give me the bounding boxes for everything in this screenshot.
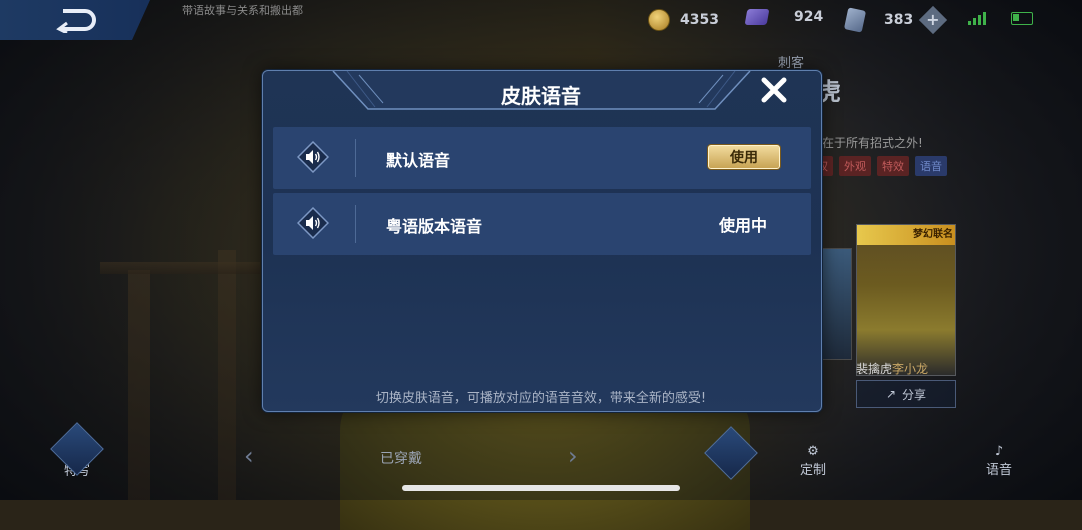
worn-label: 已穿戴 bbox=[380, 451, 422, 467]
custom-button[interactable]: ⚙ 定制 bbox=[800, 444, 826, 478]
add-currency-button[interactable]: + bbox=[919, 5, 948, 35]
voice-option-name: 默认语音 bbox=[386, 151, 451, 170]
voice-option-default[interactable]: 默认语音 使用 bbox=[273, 127, 811, 189]
hero-description: 存在于所有招式之外! bbox=[810, 136, 923, 150]
gold-amount: 4353 bbox=[680, 12, 719, 28]
close-button[interactable] bbox=[761, 77, 793, 109]
hero-tags: 权 外观 特效 语音 bbox=[812, 156, 947, 176]
skin-card-banner: 梦幻联名 bbox=[857, 225, 955, 245]
share-icon: ↗ bbox=[885, 387, 897, 401]
skin-name: 裴擒虎李小龙 bbox=[856, 360, 928, 377]
tag-item[interactable]: 语音 bbox=[915, 156, 947, 176]
voice-button[interactable]: ♪ 语音 bbox=[986, 444, 1012, 478]
voice-option-cantonese[interactable]: 粤语版本语音 使用中 bbox=[273, 193, 811, 255]
use-button[interactable]: 使用 bbox=[707, 144, 781, 170]
bottom-bar: 特写 ‹ 已穿戴 › ⚙ 定制 ♪ 语音 bbox=[0, 422, 1082, 500]
in-use-status: 使用中 bbox=[719, 216, 768, 235]
special-view-button[interactable]: 特写 bbox=[50, 422, 104, 479]
signal-icon bbox=[968, 12, 986, 25]
top-bar: 带语故事与关系和搬出都 4353 924 383 + bbox=[0, 0, 1082, 44]
prev-arrow-icon[interactable]: ‹ bbox=[244, 442, 254, 470]
skin-voice-dialog: 皮肤语音 默认语音 使用 粤语版本语音 使用中 切换皮肤语音，可播放对应的语音音… bbox=[262, 70, 822, 412]
skin-name-suffix: 李小龙 bbox=[892, 362, 929, 376]
dialog-header: 皮肤语音 bbox=[263, 71, 819, 115]
voice-option-name: 粤语版本语音 bbox=[386, 217, 483, 236]
dialog-footer-hint: 切换皮肤语音，可播放对应的语音音效，带来全新的感受! bbox=[375, 391, 707, 406]
plus-icon: + bbox=[926, 10, 940, 29]
arrow-right-icon bbox=[704, 426, 758, 480]
row-divider bbox=[355, 205, 356, 243]
diamond-gem-icon bbox=[744, 9, 770, 25]
custom-icon: ⚙ bbox=[807, 444, 819, 459]
next-arrow-icon[interactable]: › bbox=[568, 442, 578, 470]
enter-button[interactable] bbox=[704, 426, 758, 480]
share-button[interactable]: ↗ 分享 bbox=[856, 380, 956, 408]
close-icon bbox=[761, 77, 787, 103]
row-divider bbox=[355, 139, 356, 177]
skin-name-main: 裴擒虎 bbox=[856, 362, 893, 376]
tag-item[interactable]: 特效 bbox=[877, 156, 909, 176]
back-arrow-icon bbox=[56, 9, 96, 33]
hero-role: 刺客 bbox=[778, 56, 805, 71]
dialog-title: 皮肤语音 bbox=[501, 84, 581, 108]
ticket-currency: 383 + bbox=[843, 5, 948, 35]
diamond-amount: 924 bbox=[794, 9, 824, 25]
special-view-icon bbox=[50, 422, 104, 476]
gold-coin-icon bbox=[648, 9, 670, 31]
custom-label: 定制 bbox=[800, 463, 827, 478]
top-hint-text: 带语故事与关系和搬出都 bbox=[182, 4, 303, 17]
diamond-currency: 924 bbox=[744, 9, 824, 25]
ticket-icon bbox=[843, 7, 867, 33]
speaker-icon[interactable] bbox=[297, 207, 329, 239]
ticket-amount: 383 bbox=[884, 12, 914, 28]
voice-icon: ♪ bbox=[994, 444, 1004, 459]
battery-icon bbox=[1011, 12, 1033, 25]
skin-card[interactable]: 梦幻联名 bbox=[856, 224, 956, 376]
back-button[interactable] bbox=[0, 0, 150, 40]
speaker-icon[interactable] bbox=[297, 141, 329, 173]
skin-card-partial[interactable] bbox=[820, 248, 852, 360]
voice-label: 语音 bbox=[986, 463, 1013, 478]
share-label: 分享 bbox=[902, 387, 927, 402]
gold-currency: 4353 bbox=[648, 9, 719, 31]
tag-item[interactable]: 外观 bbox=[839, 156, 871, 176]
home-indicator[interactable] bbox=[402, 485, 680, 491]
